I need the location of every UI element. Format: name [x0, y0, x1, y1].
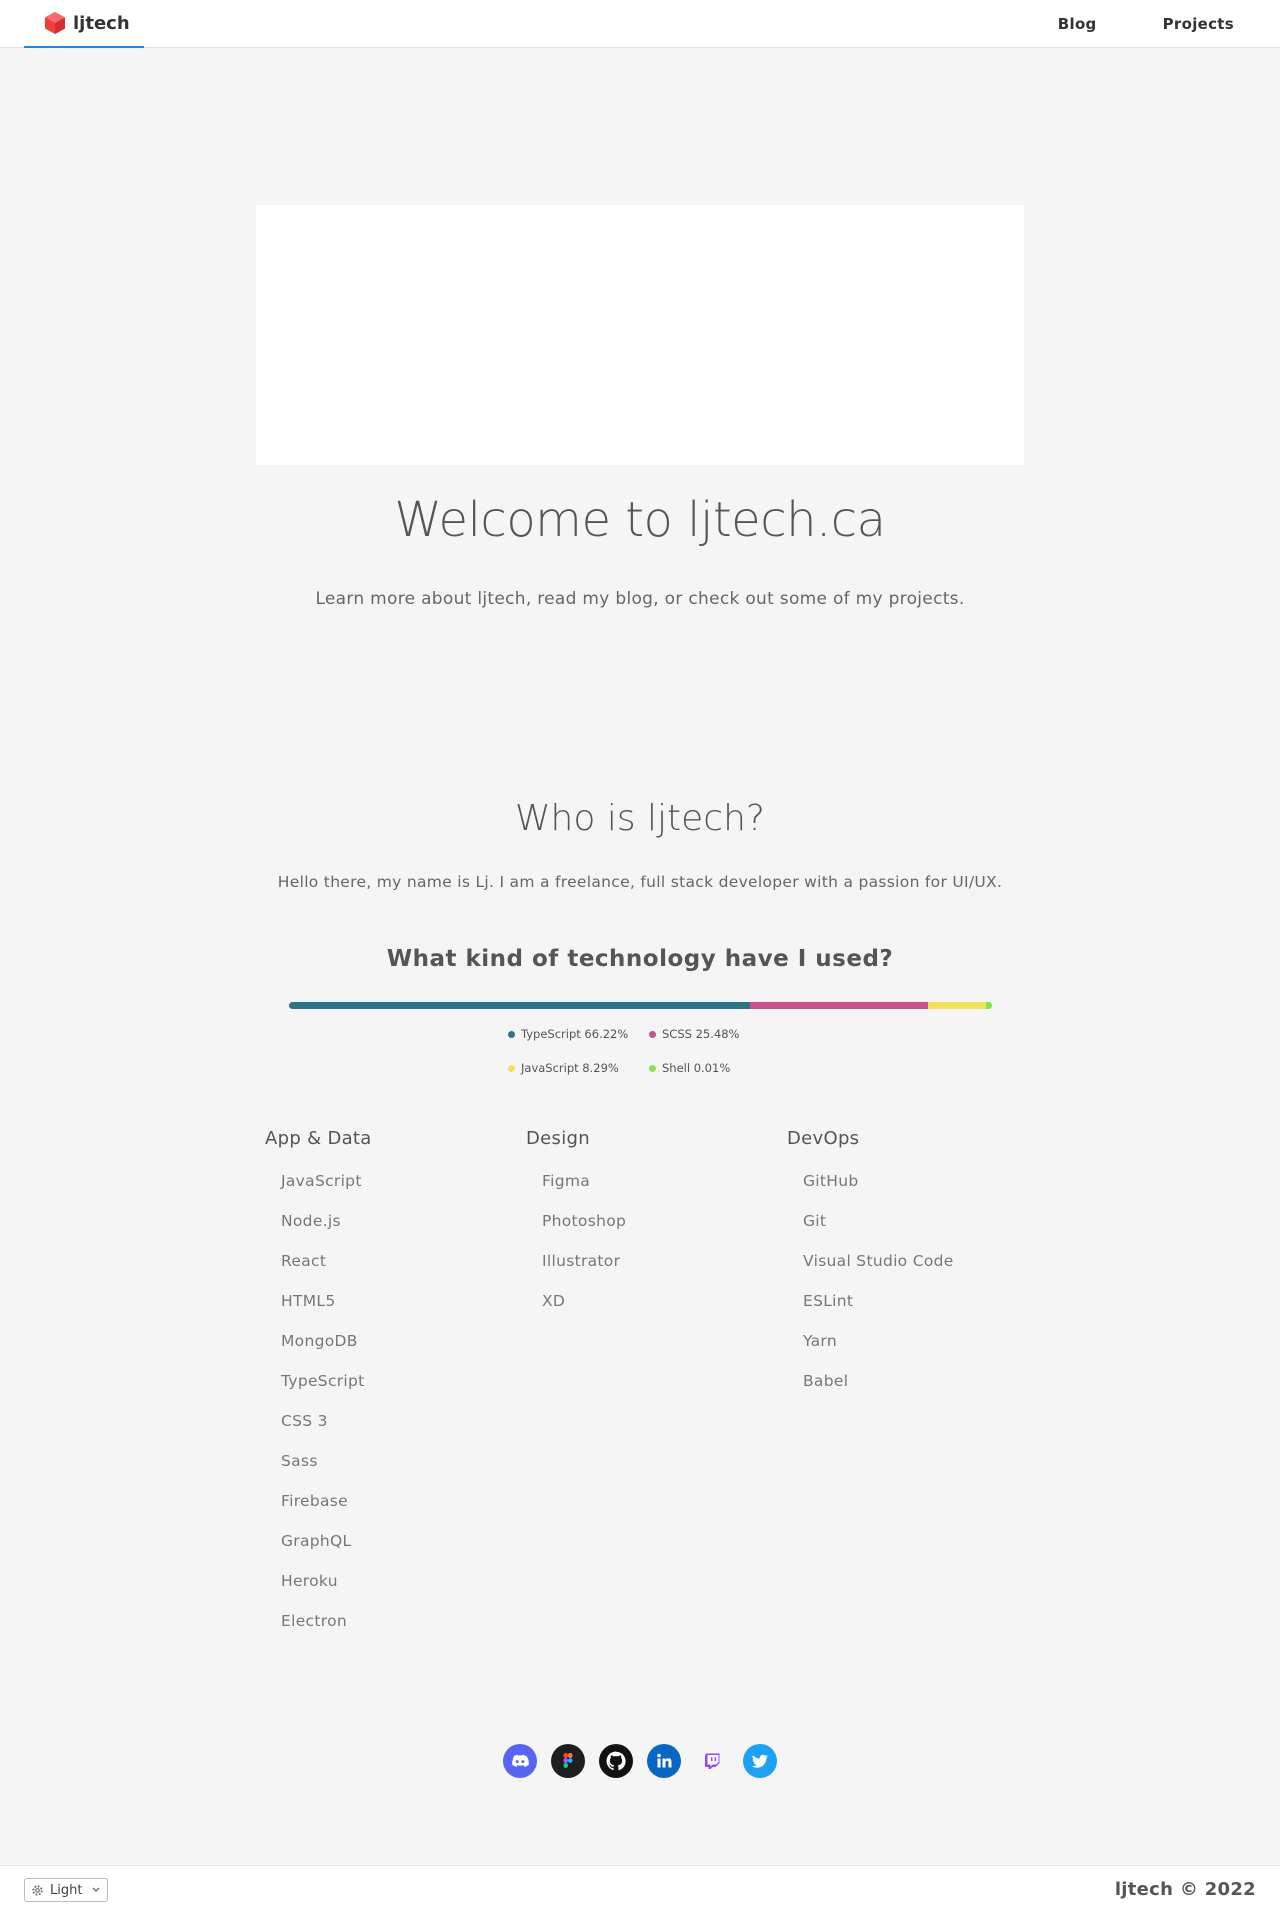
hero-subtitle: Learn more about ljtech, read my blog, o…	[315, 589, 965, 609]
stack-item: Babel	[803, 1372, 849, 1390]
technology-title: What kind of technology have I used?	[386, 946, 894, 972]
hexagon-logo-icon	[45, 12, 65, 34]
stack-column-title: Design	[526, 1128, 590, 1149]
stack-item: ESLint	[803, 1292, 854, 1310]
nav-link-projects[interactable]: Projects	[1163, 15, 1234, 33]
language-bar-segment-shell	[985, 1002, 992, 1009]
main-nav: Blog Projects	[992, 0, 1234, 48]
legend-label: SCSS 25.48%	[662, 1027, 740, 1041]
legend-dot-icon	[649, 1030, 656, 1038]
stack-item: Electron	[281, 1612, 347, 1630]
theme-select[interactable]: Light	[24, 1878, 108, 1902]
language-usage-bar	[289, 1002, 992, 1009]
legend-item: JavaScript 8.29%	[508, 1059, 649, 1077]
language-bar-segment-typescript	[289, 1002, 751, 1009]
brand-name: ljtech	[73, 12, 130, 34]
stack-item: GitHub	[803, 1172, 859, 1190]
stack-list: JavaScript Node.js React HTML5 MongoDB TypeSc…	[265, 1168, 505, 1648]
social-links	[503, 1744, 777, 1778]
stack-column-app-data: App & Data JavaScript Node.js React HTML5 Mo…	[265, 1128, 505, 1648]
legend-label: JavaScript 8.29%	[521, 1061, 619, 1075]
linkedin-icon[interactable]	[647, 1744, 681, 1778]
legend-dot-icon	[508, 1064, 515, 1072]
stack-list: GitHub Git Visual Studio Code ESLint Yarn Bab…	[787, 1168, 1027, 1408]
legend-dot-icon	[649, 1064, 656, 1072]
theme-select-value: Light	[50, 1882, 83, 1898]
stack-item: Sass	[281, 1452, 318, 1470]
github-icon[interactable]	[599, 1744, 633, 1778]
about-title: Who is ljtech?	[514, 798, 766, 839]
stack-item: Heroku	[281, 1572, 338, 1590]
footer: Light ljtech © 2022	[0, 1865, 1280, 1913]
stack-column-devops: DevOps GitHub Git Visual Studio Code ESLint…	[787, 1128, 1027, 1408]
legend-dot-icon	[508, 1030, 515, 1038]
stack-item: JavaScript	[281, 1172, 362, 1190]
legend-label: TypeScript 66.22%	[521, 1027, 629, 1041]
stack-item: Git	[803, 1212, 827, 1230]
gear-icon	[32, 1884, 43, 1896]
stack-column-title: App & Data	[265, 1128, 372, 1149]
copyright-text: ljtech © 2022	[1114, 1879, 1256, 1900]
stack-item: Firebase	[281, 1492, 349, 1510]
stack-column-design: Design Figma Photoshop Illustrator XD	[526, 1128, 766, 1328]
stack-list: Figma Photoshop Illustrator XD	[526, 1168, 766, 1328]
language-bar-segment-javascript	[927, 1002, 986, 1009]
legend-item: SCSS 25.48%	[649, 1025, 799, 1043]
figma-icon[interactable]	[551, 1744, 585, 1778]
stack-item: TypeScript	[281, 1372, 365, 1390]
top-nav-bar: ljtech Blog Projects	[0, 0, 1280, 48]
twitch-icon[interactable]	[695, 1744, 729, 1778]
stack-item: Visual Studio Code	[803, 1252, 954, 1270]
nav-link-blog[interactable]: Blog	[1058, 15, 1097, 33]
stack-item: Photoshop	[542, 1212, 627, 1230]
stack-item: React	[281, 1252, 327, 1270]
language-legend: TypeScript 66.22% SCSS 25.48% JavaScript 8…	[508, 1025, 808, 1077]
stack-item: Node.js	[281, 1212, 341, 1230]
about-text: Hello there, my name is Lj. I am a freel…	[277, 873, 1003, 891]
stack-item: Figma	[542, 1172, 591, 1190]
stack-item: MongoDB	[281, 1332, 358, 1350]
discord-icon[interactable]	[503, 1744, 537, 1778]
hero-image-placeholder	[256, 205, 1024, 465]
stack-item: CSS 3	[281, 1412, 328, 1430]
stack-item: GraphQL	[281, 1532, 352, 1550]
stack-item: Illustrator	[542, 1252, 621, 1270]
stack-item: Yarn	[803, 1332, 837, 1350]
stack-column-title: DevOps	[787, 1128, 860, 1149]
chevron-down-icon	[92, 1887, 100, 1892]
language-bar-segment-scss	[750, 1002, 928, 1009]
legend-item: TypeScript 66.22%	[508, 1025, 649, 1043]
brand-link[interactable]: ljtech	[24, 0, 144, 48]
stack-item: HTML5	[281, 1292, 336, 1310]
twitter-icon[interactable]	[743, 1744, 777, 1778]
legend-item: Shell 0.01%	[649, 1059, 799, 1077]
legend-label: Shell 0.01%	[662, 1061, 731, 1075]
hero-title: Welcome to ljtech.ca	[394, 492, 886, 548]
stack-item: XD	[542, 1292, 566, 1310]
